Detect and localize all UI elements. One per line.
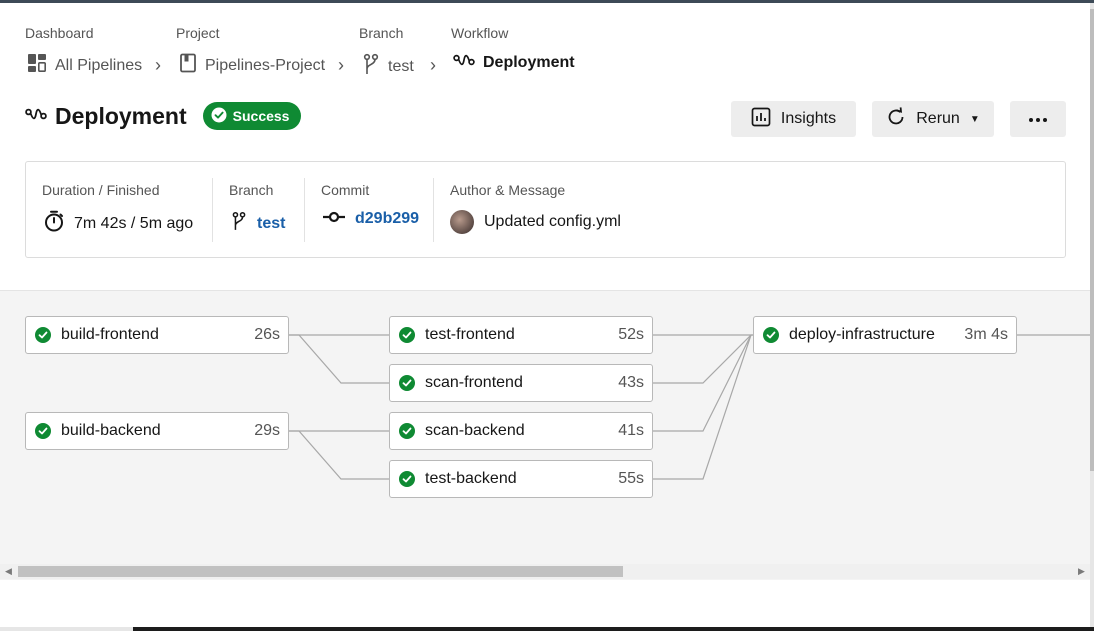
breadcrumb-item-label: test (388, 57, 414, 75)
job-node-build-backend[interactable]: build-backend 29s (25, 412, 289, 450)
commit-link[interactable]: d29b299 (355, 210, 419, 228)
job-name: scan-backend (425, 422, 525, 439)
check-circle-icon (211, 107, 227, 126)
job-node-scan-frontend[interactable]: scan-frontend 43s (389, 364, 653, 402)
breadcrumb-item-label: All Pipelines (55, 56, 143, 74)
job-node-deploy-infrastructure[interactable]: deploy-infrastructure 3m 4s (753, 316, 1017, 354)
branch-value: test (231, 210, 285, 237)
job-duration: 26s (254, 326, 280, 343)
commit-message: Updated config.yml (484, 213, 621, 230)
scrollbar-thumb[interactable] (1090, 9, 1094, 471)
author-label: Author & Message (450, 182, 566, 198)
workflow-icon (453, 53, 475, 72)
job-node-build-frontend[interactable]: build-frontend 26s (25, 316, 289, 354)
job-duration: 29s (254, 422, 280, 439)
vertical-scrollbar[interactable] (1090, 3, 1094, 631)
dashboard-icon (27, 53, 47, 78)
job-name: test-backend (425, 470, 517, 487)
duration-value: 7m 42s / 5m ago (44, 210, 193, 237)
chevron-right-icon: › (155, 55, 161, 75)
check-circle-icon (399, 375, 415, 391)
caret-down-icon: ▼ (969, 113, 980, 125)
job-name: scan-frontend (425, 374, 523, 391)
job-node-test-frontend[interactable]: test-frontend 52s (389, 316, 653, 354)
scroll-right-arrow-icon[interactable]: ▶ (1078, 566, 1085, 577)
check-circle-icon (399, 471, 415, 487)
bottom-edge (0, 627, 1094, 631)
duration-label: Duration / Finished (42, 182, 160, 198)
branch-icon (231, 210, 247, 237)
more-icon (1028, 110, 1048, 128)
bar-chart-icon (751, 107, 771, 132)
page-title: Deployment (55, 102, 187, 129)
breadcrumb-label-workflow: Workflow (451, 25, 509, 41)
breadcrumb-label-project: Project (176, 25, 220, 41)
branch-icon (362, 53, 380, 80)
more-options-button[interactable] (1010, 101, 1066, 137)
check-circle-icon (35, 423, 51, 439)
breadcrumb-item-branch[interactable]: test (362, 53, 414, 80)
job-duration: 43s (618, 374, 644, 391)
scroll-left-arrow-icon[interactable]: ◀ (5, 566, 12, 577)
chevron-right-icon: › (430, 55, 436, 75)
workflow-info-card: Duration / Finished 7m 42s / 5m ago Bran… (25, 161, 1066, 258)
job-node-test-backend[interactable]: test-backend 55s (389, 460, 653, 498)
bottom-edge-segment (133, 627, 1094, 631)
commit-icon (323, 210, 345, 228)
commit-value: d29b299 (323, 210, 419, 228)
job-node-scan-backend[interactable]: scan-backend 41s (389, 412, 653, 450)
status-badge: Success (202, 102, 302, 130)
check-circle-icon (399, 327, 415, 343)
rerun-label: Rerun (916, 110, 960, 127)
job-duration: 55s (618, 470, 644, 487)
job-name: build-backend (61, 422, 161, 439)
breadcrumb-item-label: Deployment (483, 53, 575, 71)
breadcrumb-item-project[interactable]: Pipelines-Project (179, 53, 325, 78)
workflow-icon (25, 107, 47, 126)
pipeline-graph: build-frontend 26s build-backend 29s tes… (0, 290, 1090, 580)
breadcrumb-label-branch: Branch (359, 25, 404, 41)
breadcrumb-item-label: Pipelines-Project (205, 56, 326, 74)
duration-text: 7m 42s / 5m ago (74, 214, 194, 232)
horizontal-scrollbar[interactable]: ◀ ▶ (0, 564, 1090, 579)
divider (433, 178, 434, 242)
check-circle-icon (399, 423, 415, 439)
rerun-button[interactable]: Rerun ▼ (872, 101, 994, 137)
job-duration: 3m 4s (964, 326, 1008, 343)
chevron-right-icon: › (338, 55, 344, 75)
job-duration: 41s (618, 422, 644, 439)
check-circle-icon (35, 327, 51, 343)
commit-label: Commit (321, 182, 370, 198)
job-duration: 52s (618, 326, 644, 343)
breadcrumb-item-all-pipelines[interactable]: All Pipelines (27, 53, 142, 78)
insights-button[interactable]: Insights (731, 101, 856, 137)
breadcrumb-item-workflow: Deployment (453, 53, 575, 72)
breadcrumb-label-dashboard: Dashboard (25, 25, 94, 41)
status-label: Success (232, 108, 290, 124)
avatar (450, 210, 474, 234)
refresh-icon (886, 106, 906, 132)
job-name: test-frontend (425, 326, 515, 343)
page-header: Deployment Success (25, 102, 302, 130)
job-name: deploy-infrastructure (789, 326, 935, 343)
project-icon (179, 53, 197, 78)
stopwatch-icon (44, 210, 64, 237)
author-value: Updated config.yml (450, 210, 621, 234)
branch-label: Branch (229, 182, 274, 198)
check-circle-icon (763, 327, 779, 343)
top-accent-bar (0, 0, 1094, 3)
branch-link[interactable]: test (257, 215, 285, 233)
scrollbar-thumb[interactable] (18, 566, 623, 577)
insights-label: Insights (780, 110, 837, 127)
divider (304, 178, 305, 242)
job-name: build-frontend (61, 326, 159, 343)
divider (212, 178, 213, 242)
